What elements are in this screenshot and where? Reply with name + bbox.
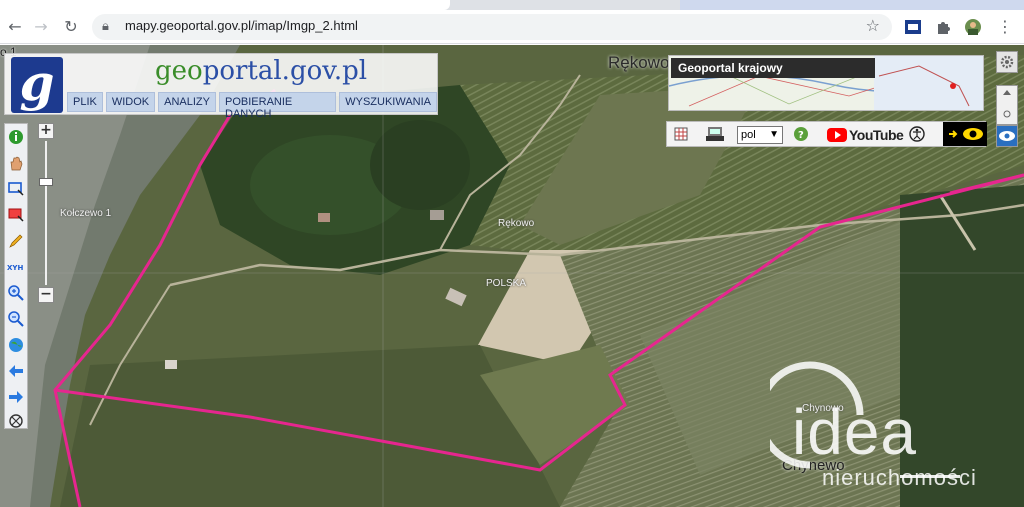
- tab-strip: [0, 0, 1024, 10]
- overview-map-panel[interactable]: Geoportal krajowy: [668, 55, 984, 111]
- reload-icon[interactable]: ↻: [60, 16, 82, 38]
- svg-text:XYH: XYH: [7, 264, 23, 272]
- secondary-toolbar: pol ▼ ? YouTube: [666, 121, 987, 147]
- right-controls: [996, 51, 1018, 147]
- zoom-in-icon[interactable]: [7, 284, 25, 302]
- xyh-coordinates-icon[interactable]: XYH: [7, 258, 25, 276]
- zoom-knob[interactable]: [39, 178, 53, 186]
- zoom-track[interactable]: [45, 141, 47, 285]
- pan-hand-icon[interactable]: [7, 154, 25, 172]
- forward-view-icon[interactable]: [7, 388, 25, 406]
- menu-pobieranie-danych[interactable]: POBIERANIE DANYCH: [219, 92, 337, 120]
- geoportal-header: g geoportal.gov.pl PLIK WIDOK ANALIZY PO…: [4, 53, 438, 120]
- forward-arrow-icon[interactable]: →: [30, 16, 52, 38]
- extension-icon[interactable]: [904, 18, 922, 36]
- visibility-eye-icon[interactable]: [996, 125, 1018, 147]
- label-kolczewo: Kołczewo 1: [60, 208, 112, 219]
- contrast-toggle[interactable]: [943, 122, 987, 146]
- language-select[interactable]: pol ▼: [737, 126, 783, 144]
- zoom-slider[interactable]: + −: [38, 123, 54, 305]
- menu-analizy[interactable]: ANALIZY: [158, 92, 216, 112]
- site-title: geoportal.gov.pl: [155, 56, 368, 86]
- url-text[interactable]: mapy.geoportal.gov.pl/imap/Imgp_2.html: [125, 18, 358, 33]
- select-rectangle-icon[interactable]: [7, 180, 25, 198]
- full-extent-icon[interactable]: [7, 412, 25, 430]
- tool-palette: XYH: [4, 123, 28, 429]
- lock-icon: 🔒︎: [102, 19, 109, 34]
- kebab-menu-icon[interactable]: ⋮: [994, 16, 1016, 38]
- gps-device-icon[interactable]: [705, 125, 725, 143]
- layer-scroll-control[interactable]: [996, 85, 1018, 125]
- help-icon[interactable]: ?: [793, 126, 809, 142]
- menu-widok[interactable]: WIDOK: [105, 92, 156, 112]
- info-icon[interactable]: [7, 128, 25, 146]
- inactive-tab[interactable]: [680, 0, 1024, 10]
- browser-toolbar: ← → ↻ 🔒︎ mapy.geoportal.gov.pl/imap/Imgp…: [0, 10, 1024, 44]
- bookmark-star-icon[interactable]: ☆: [866, 16, 880, 35]
- svg-text:?: ?: [798, 130, 804, 141]
- address-bar[interactable]: 🔒︎ mapy.geoportal.gov.pl/imap/Imgp_2.htm…: [92, 14, 892, 40]
- zoom-out-icon[interactable]: [7, 310, 25, 328]
- label-rekowo: Rękowo: [498, 218, 535, 229]
- settings-gear-icon[interactable]: [996, 51, 1018, 73]
- back-view-icon[interactable]: [7, 362, 25, 380]
- back-arrow-icon[interactable]: ←: [4, 16, 26, 38]
- accessibility-icon[interactable]: [909, 126, 925, 142]
- active-tab[interactable]: [0, 0, 450, 10]
- chevron-down-icon: ▼: [769, 129, 779, 140]
- youtube-link[interactable]: YouTube: [827, 126, 904, 144]
- label-rekowo-top: Rękowo: [608, 53, 670, 72]
- pencil-icon[interactable]: [7, 232, 25, 250]
- zoom-plus-button[interactable]: +: [38, 123, 54, 139]
- eye-icon: [949, 128, 983, 140]
- label-polska: POLSKA: [486, 278, 527, 289]
- menu-plik[interactable]: PLIK: [67, 92, 103, 112]
- idea-watermark: idea nieruchomości: [770, 355, 1010, 505]
- profile-avatar[interactable]: [964, 18, 982, 36]
- zoom-minus-button[interactable]: −: [38, 287, 54, 303]
- menu-wyszukiwania[interactable]: WYSZUKIWANIA: [339, 92, 437, 112]
- select-red-icon[interactable]: [7, 206, 25, 224]
- puzzle-icon[interactable]: [934, 18, 952, 36]
- geoportal-logo[interactable]: g: [11, 53, 63, 113]
- globe-icon[interactable]: [7, 336, 25, 354]
- main-menu: PLIK WIDOK ANALIZY POBIERANIE DANYCH WYS…: [67, 92, 437, 120]
- map-viewport[interactable]: Kołczewo 1 Rękowo Rękowo POLSKA Chynowo …: [0, 45, 1024, 507]
- youtube-play-icon: [827, 128, 847, 142]
- table-icon[interactable]: [673, 126, 689, 142]
- overview-title: Geoportal krajowy: [671, 58, 875, 78]
